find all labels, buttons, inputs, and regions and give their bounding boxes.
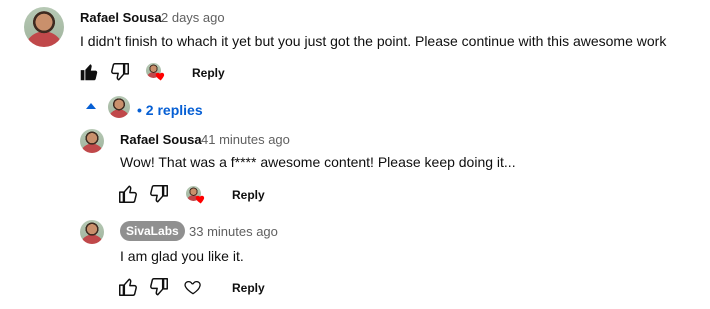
- reply-1-author-avatar[interactable]: [80, 129, 104, 153]
- replies-count-label: 2 replies: [145, 102, 203, 118]
- comment-author-avatar[interactable]: [24, 7, 64, 47]
- chevron-up-icon[interactable]: [84, 99, 98, 113]
- reply-2-text: I am glad you like it.: [120, 248, 244, 264]
- reply-2-dislike-icon[interactable]: [148, 276, 170, 298]
- reply-1-author-name[interactable]: Rafael Sousa: [120, 132, 202, 147]
- like-icon[interactable]: [78, 61, 100, 83]
- reply-1-dislike-icon[interactable]: [148, 183, 170, 205]
- replies-dot: •: [137, 102, 146, 118]
- replies-author-avatar: [108, 96, 130, 118]
- reply-1-timestamp[interactable]: 41 minutes ago: [201, 132, 290, 147]
- comment-timestamp[interactable]: 2 days ago: [161, 10, 225, 25]
- dislike-icon[interactable]: [109, 61, 131, 83]
- reply-1-creator-heart-icon[interactable]: [186, 186, 206, 206]
- reply-2-timestamp[interactable]: 33 minutes ago: [189, 224, 278, 239]
- reply-2-like-icon[interactable]: [117, 276, 139, 298]
- reply-1-text: Wow! That was a f**** awesome content! P…: [120, 154, 516, 170]
- reply-2-reply-button[interactable]: Reply: [232, 281, 265, 295]
- creator-heart-icon[interactable]: [146, 63, 166, 83]
- comment-author-name[interactable]: Rafael Sousa: [80, 10, 162, 25]
- reply-2-author-avatar[interactable]: [80, 220, 104, 244]
- replies-toggle-button[interactable]: • 2 replies: [137, 102, 203, 118]
- comment-reply-button[interactable]: Reply: [192, 66, 225, 80]
- reply-2-author-badge[interactable]: SivaLabs: [120, 221, 185, 241]
- comment-text: I didn't finish to whach it yet but you …: [80, 33, 667, 49]
- reply-1-reply-button[interactable]: Reply: [232, 188, 265, 202]
- reply-2-heart-outline-icon[interactable]: [183, 277, 203, 297]
- reply-1-like-icon[interactable]: [117, 183, 139, 205]
